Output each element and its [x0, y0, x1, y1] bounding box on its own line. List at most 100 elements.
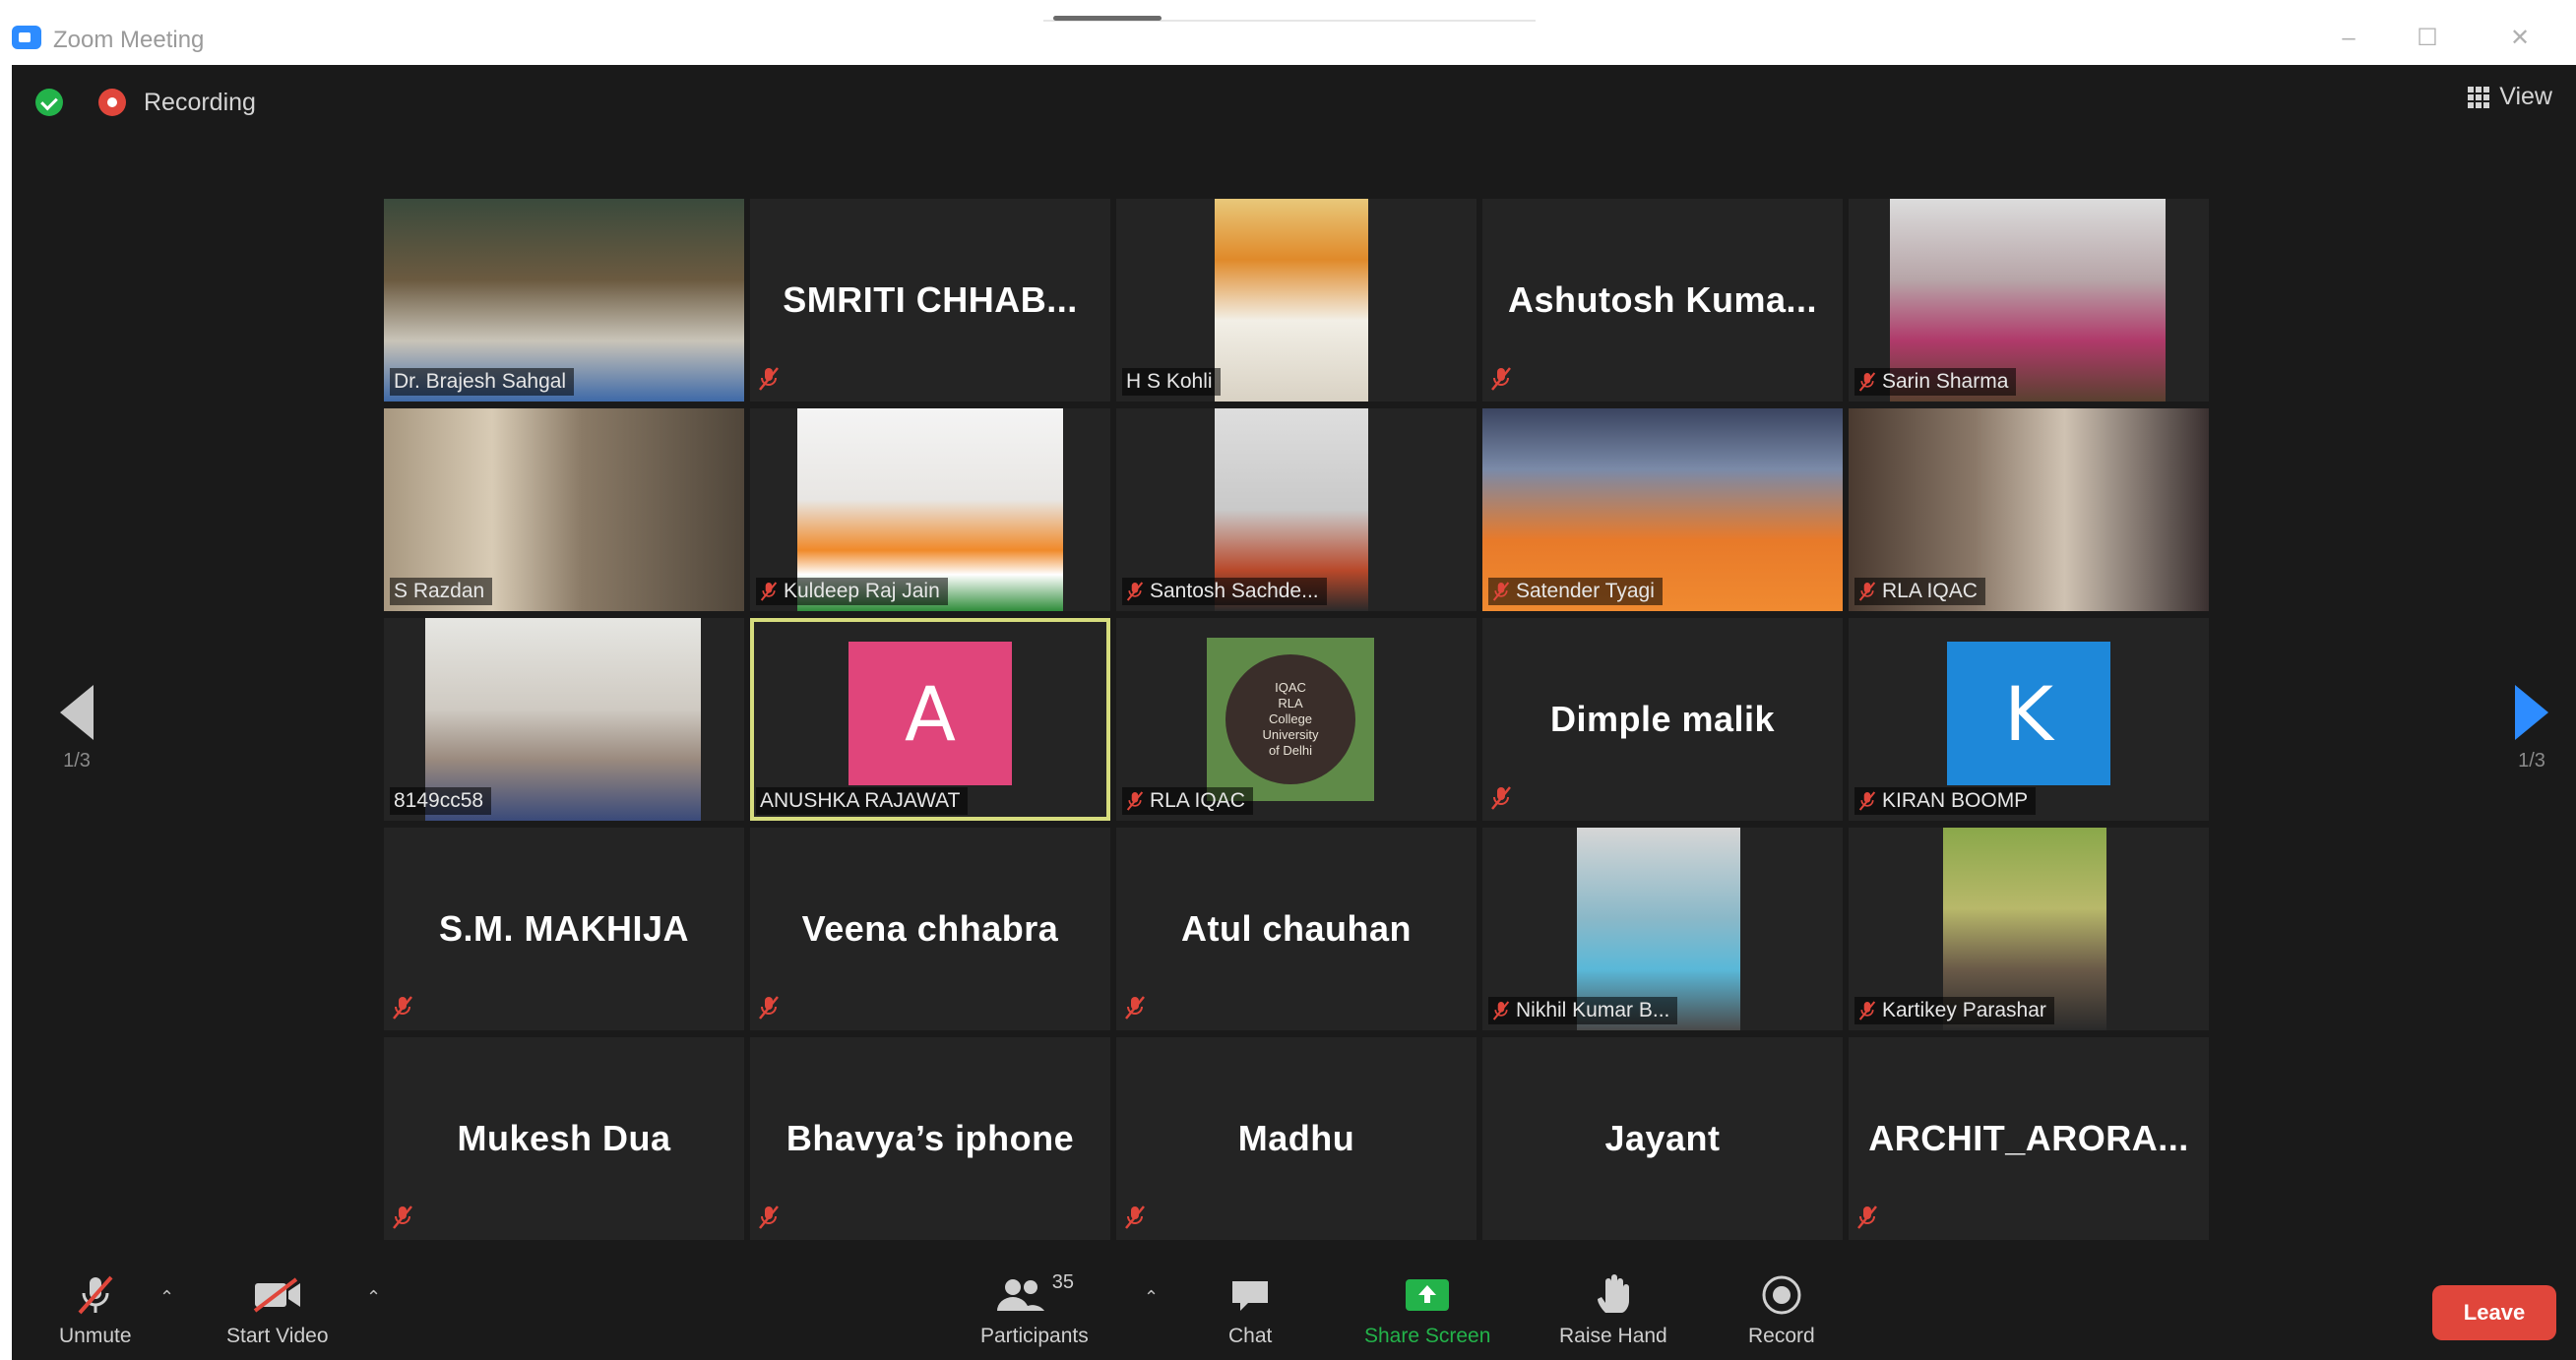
- participant-name-tag: KIRAN BOOMP: [1854, 787, 2037, 815]
- mic-muted-icon: [1126, 582, 1144, 601]
- participant-tile[interactable]: Sarin Sharma: [1849, 199, 2209, 402]
- participant-tile[interactable]: Jayant: [1482, 1037, 1843, 1240]
- participant-name: Jayant: [1604, 1118, 1721, 1158]
- start-video-button[interactable]: Start Video: [226, 1271, 329, 1348]
- mic-muted-icon: [760, 582, 778, 601]
- participant-tile[interactable]: RLA IQAC: [1849, 408, 2209, 611]
- share-screen-label: Share Screen: [1364, 1325, 1491, 1347]
- window-title: Zoom Meeting: [53, 27, 205, 53]
- participant-tile[interactable]: Kartikey Parashar: [1849, 828, 2209, 1030]
- meeting-window: Recording View 1/3 1/3 Dr. Brajesh Sahga…: [12, 65, 2576, 1360]
- participant-tile[interactable]: Mukesh Dua: [384, 1037, 744, 1240]
- participants-count: 35: [1051, 1271, 1074, 1293]
- share-screen-button[interactable]: Share Screen: [1364, 1271, 1490, 1348]
- minimize-button[interactable]: –: [2329, 22, 2368, 55]
- participant-avatar: A: [848, 642, 1012, 785]
- participant-tile[interactable]: Atul chauhan: [1116, 828, 1476, 1030]
- participant-tile[interactable]: Nikhil Kumar B...: [1482, 828, 1843, 1030]
- participant-tile[interactable]: IQAC RLA College University of Delhi RLA…: [1116, 618, 1476, 821]
- participant-name-tag: Satender Tyagi: [1488, 578, 1663, 605]
- participant-tile[interactable]: 8149cc58: [384, 618, 744, 821]
- chat-label: Chat: [1228, 1325, 1273, 1347]
- participant-name: SMRITI CHHAB...: [783, 279, 1078, 320]
- chevron-right-icon: [2515, 685, 2548, 740]
- participant-name-tag: S Razdan: [390, 578, 493, 605]
- recording-label: Recording: [144, 88, 256, 116]
- leave-meeting-button[interactable]: Leave: [2432, 1285, 2556, 1340]
- participant-tile[interactable]: H S Kohli: [1116, 199, 1476, 402]
- participant-video: [1215, 199, 1368, 402]
- chevron-left-icon: [60, 685, 94, 740]
- participants-icon: 35: [995, 1271, 1074, 1319]
- mic-muted-icon: [1858, 1001, 1876, 1020]
- participants-options-caret[interactable]: ⌃: [1144, 1287, 1159, 1308]
- next-page-button[interactable]: 1/3: [2502, 685, 2561, 773]
- mic-muted-icon: [1492, 1001, 1510, 1020]
- meeting-toolbar: Unmute ⌃ Start Video ⌃ 35 Participants ⌃…: [12, 1262, 2576, 1360]
- participant-name: Mukesh Dua: [457, 1118, 671, 1158]
- view-label: View: [2499, 83, 2552, 110]
- participant-name: Bhavya’s iphone: [785, 1118, 1075, 1158]
- participant-tile[interactable]: S Razdan: [384, 408, 744, 611]
- video-options-caret[interactable]: ⌃: [366, 1287, 381, 1308]
- participant-name-tag: Kartikey Parashar: [1854, 997, 2054, 1024]
- encryption-shield-icon[interactable]: [35, 89, 63, 116]
- page-indicator-left: 1/3: [63, 750, 91, 772]
- participant-name-tag: Sarin Sharma: [1854, 368, 2017, 396]
- mic-muted-icon: [1858, 582, 1876, 601]
- participant-avatar: K: [1947, 642, 2110, 785]
- participant-name: Ashutosh Kuma...: [1507, 279, 1818, 320]
- participant-tile[interactable]: K KIRAN BOOMP: [1849, 618, 2209, 821]
- mic-muted-icon: [393, 996, 412, 1020]
- record-icon: [1760, 1271, 1803, 1319]
- participants-button[interactable]: 35 Participants: [980, 1271, 1089, 1348]
- participant-name: Atul chauhan: [1180, 908, 1412, 949]
- mic-muted-icon: [759, 996, 779, 1020]
- previous-page-button[interactable]: 1/3: [47, 685, 106, 773]
- participant-tile[interactable]: Ashutosh Kuma...: [1482, 199, 1843, 402]
- participant-tile[interactable]: Madhu: [1116, 1037, 1476, 1240]
- recording-icon: [98, 89, 126, 116]
- audio-options-caret[interactable]: ⌃: [159, 1287, 174, 1308]
- start-video-label: Start Video: [226, 1325, 329, 1347]
- window-titlebar: Zoom Meeting – ☐ ✕: [0, 0, 2576, 65]
- maximize-button[interactable]: ☐: [2408, 22, 2447, 55]
- participant-name: ARCHIT_ARORA...: [1868, 1118, 2189, 1158]
- share-screen-icon: [1402, 1271, 1453, 1319]
- participant-name: Dimple malik: [1549, 699, 1776, 739]
- mic-muted-icon: [759, 367, 779, 391]
- zoom-app-icon: [12, 26, 41, 49]
- participant-name-tag: 8149cc58: [390, 787, 492, 815]
- participant-tile[interactable]: Santosh Sachde...: [1116, 408, 1476, 611]
- mic-muted-icon: [1125, 996, 1145, 1020]
- mic-muted-icon: [1491, 367, 1511, 391]
- close-button[interactable]: ✕: [2500, 22, 2540, 55]
- participant-name-tag: H S Kohli: [1122, 368, 1221, 396]
- mic-muted-icon: [1125, 1205, 1145, 1229]
- unmute-label: Unmute: [59, 1325, 132, 1347]
- view-button[interactable]: View: [2468, 83, 2552, 111]
- record-button[interactable]: Record: [1748, 1271, 1815, 1348]
- mic-muted-icon: [1491, 786, 1511, 810]
- drag-handle[interactable]: [1043, 16, 1536, 22]
- mic-muted-icon: [393, 1205, 412, 1229]
- gallery-view: Dr. Brajesh Sahgal SMRITI CHHAB... H S K…: [384, 199, 2215, 1252]
- mic-muted-icon: [1858, 372, 1876, 392]
- chat-button[interactable]: Chat: [1228, 1271, 1272, 1348]
- participant-tile[interactable]: Veena chhabra: [750, 828, 1110, 1030]
- participant-tile[interactable]: Satender Tyagi: [1482, 408, 1843, 611]
- participant-tile[interactable]: Dr. Brajesh Sahgal: [384, 199, 744, 402]
- participant-tile-active-speaker[interactable]: A ANUSHKA RAJAWAT: [750, 618, 1110, 821]
- unmute-button[interactable]: Unmute: [59, 1271, 132, 1348]
- participant-tile[interactable]: Bhavya’s iphone: [750, 1037, 1110, 1240]
- raise-hand-label: Raise Hand: [1559, 1325, 1667, 1347]
- participant-tile[interactable]: Dimple malik: [1482, 618, 1843, 821]
- raise-hand-button[interactable]: Raise Hand: [1559, 1271, 1667, 1348]
- mic-muted-icon: [74, 1271, 117, 1319]
- participant-tile[interactable]: ARCHIT_ARORA...: [1849, 1037, 2209, 1240]
- participant-tile[interactable]: Kuldeep Raj Jain: [750, 408, 1110, 611]
- participant-name: Madhu: [1237, 1118, 1355, 1158]
- participant-tile[interactable]: S.M. MAKHIJA: [384, 828, 744, 1030]
- participant-tile[interactable]: SMRITI CHHAB...: [750, 199, 1110, 402]
- meeting-status-bar: Recording: [35, 85, 256, 120]
